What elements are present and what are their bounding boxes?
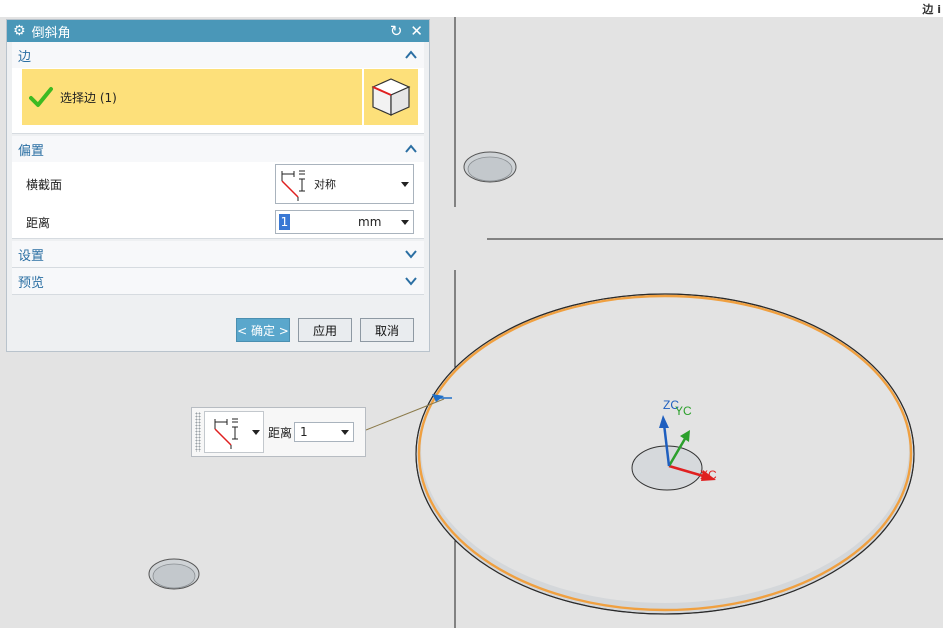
cancel-button[interactable]: 取消 xyxy=(360,318,414,342)
axis-label-xc: XC xyxy=(700,468,717,482)
float-distance-value[interactable]: 1 xyxy=(300,425,308,439)
dropdown-arrow-icon[interactable] xyxy=(341,430,350,435)
distance-unit: mm xyxy=(358,215,382,229)
close-icon[interactable]: ✕ xyxy=(410,23,423,39)
chamfer-dialog: ⚙ 倒斜角 ↻ ✕ 边 选择边 (1) 偏置 横截面 对称 距离 1 mm 设置… xyxy=(6,19,430,352)
group-offset-label: 偏置 xyxy=(18,143,45,159)
cross-section-select[interactable]: 对称 xyxy=(275,164,414,204)
group-offset-header[interactable]: 偏置 xyxy=(12,136,424,162)
apply-button[interactable]: 应用 xyxy=(298,318,352,342)
symmetric-section-icon xyxy=(214,418,238,449)
group-preview-label: 预览 xyxy=(18,275,45,291)
cross-section-value: 对称 xyxy=(314,178,336,191)
distance-value[interactable]: 1 xyxy=(279,214,290,230)
dropdown-arrow-icon[interactable] xyxy=(401,220,409,225)
chevron-up-icon[interactable] xyxy=(404,142,418,156)
group-settings-header[interactable]: 设置 xyxy=(12,241,424,267)
axis-label-yc: YC xyxy=(675,404,692,418)
settings-gear-icon[interactable]: ⚙ xyxy=(13,23,26,39)
selection-mode-text: 边 i xyxy=(922,3,941,16)
hole-top[interactable] xyxy=(463,151,517,183)
group-edge: 边 选择边 (1) xyxy=(12,42,424,134)
float-cross-section-select[interactable] xyxy=(204,411,264,453)
group-edge-header[interactable]: 边 xyxy=(12,42,424,68)
symmetric-section-icon xyxy=(281,170,305,201)
group-settings: 设置 xyxy=(12,241,424,268)
float-distance-input[interactable]: 1 xyxy=(294,422,355,442)
ok-button[interactable]: < 确定 > xyxy=(236,318,290,342)
chevron-down-icon[interactable] xyxy=(404,247,418,261)
hole-bottom-left[interactable] xyxy=(148,558,200,590)
group-preview: 预览 xyxy=(12,268,424,295)
select-edge-row[interactable]: 选择边 (1) xyxy=(22,69,418,125)
group-settings-label: 设置 xyxy=(18,248,45,264)
distance-label: 距离 xyxy=(26,215,51,230)
chevron-up-icon[interactable] xyxy=(404,48,418,62)
group-edge-label: 边 xyxy=(18,49,32,65)
reset-icon[interactable]: ↻ xyxy=(390,23,403,39)
dropdown-arrow-icon[interactable] xyxy=(252,430,260,435)
cross-section-row: 横截面 对称 xyxy=(12,162,424,206)
checkmark-icon xyxy=(26,69,56,125)
dialog-title: 倒斜角 xyxy=(31,25,71,41)
top-strip: 边 i xyxy=(0,0,943,17)
grip-icon[interactable] xyxy=(195,412,201,452)
dropdown-arrow-icon[interactable] xyxy=(401,182,409,187)
group-offset: 偏置 横截面 对称 距离 1 mm xyxy=(12,136,424,239)
chevron-down-icon[interactable] xyxy=(404,274,418,288)
group-preview-header[interactable]: 预览 xyxy=(12,268,424,294)
dialog-buttons: < 确定 > 应用 取消 xyxy=(236,318,414,342)
distance-input[interactable]: 1 mm xyxy=(275,210,414,234)
distance-row: 距离 1 mm xyxy=(12,206,424,238)
cross-section-label: 横截面 xyxy=(26,177,63,192)
cube-icon[interactable] xyxy=(362,69,418,125)
dialog-titlebar[interactable]: ⚙ 倒斜角 ↻ ✕ xyxy=(7,20,429,42)
screen-input-box: 距离 1 xyxy=(191,407,366,457)
select-edge-label: 选择边 (1) xyxy=(60,90,117,105)
float-distance-label: 距离 xyxy=(268,425,293,440)
